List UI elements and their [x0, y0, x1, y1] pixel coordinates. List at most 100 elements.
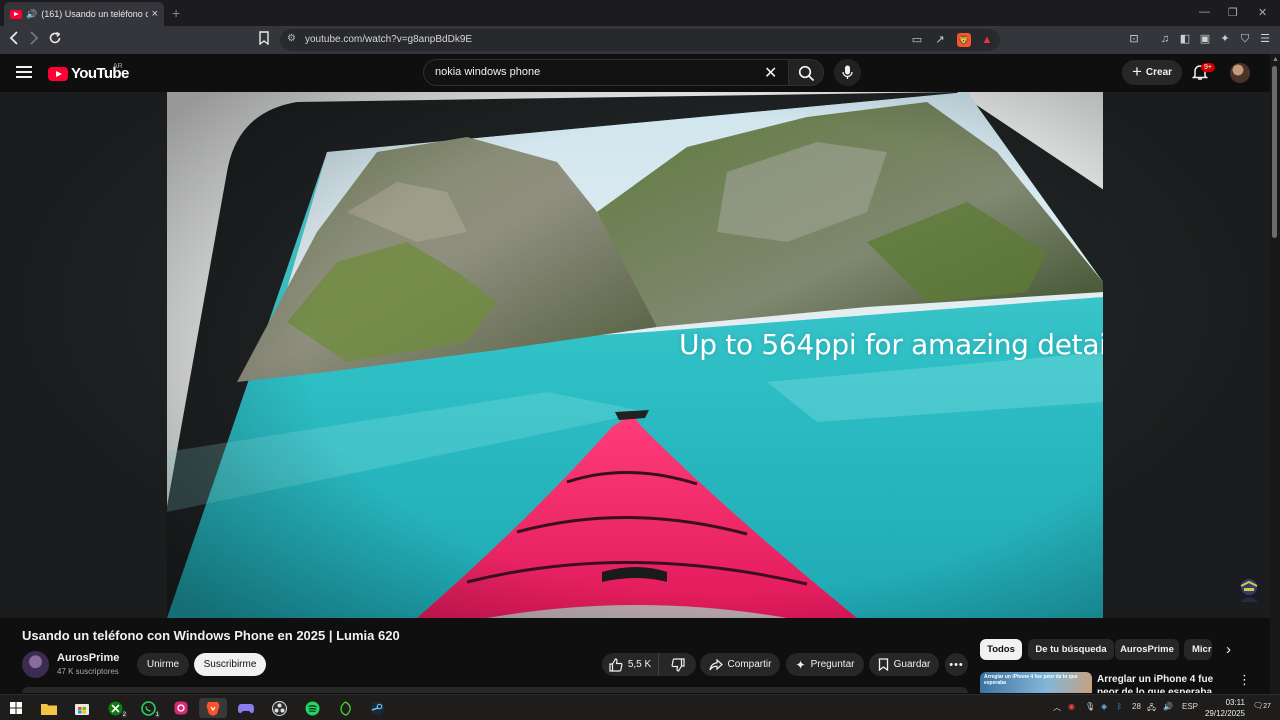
region-code: AR: [113, 63, 123, 70]
bluetooth-icon[interactable]: ᛒ: [1117, 702, 1122, 711]
clock[interactable]: 03:11 29/12/2025: [1203, 697, 1245, 719]
instagram-icon[interactable]: [170, 698, 192, 718]
back-icon[interactable]: [9, 31, 19, 48]
share-icon: [708, 658, 723, 670]
ask-button[interactable]: ✦ Preguntar: [786, 653, 864, 676]
chevron-right-icon[interactable]: ›: [1226, 641, 1231, 658]
forward-icon[interactable]: [29, 31, 39, 48]
subscriber-count: 47 K suscriptores: [57, 667, 119, 676]
browser-tab-active[interactable]: 🔊 (161) Usando un teléfono con Windows P…: [4, 2, 164, 26]
brave-browser-icon[interactable]: [199, 698, 227, 718]
notifications-count-badge: 9+: [1201, 63, 1215, 72]
scroll-up-icon[interactable]: ▲: [1272, 56, 1279, 63]
video-player[interactable]: Up to 564ppi for amazing detail: [167, 92, 1103, 618]
share-label: Compartir: [727, 659, 772, 670]
whatsapp-badge: 1: [154, 712, 160, 718]
spotify-icon[interactable]: [301, 698, 323, 718]
plus-icon: +: [1131, 61, 1142, 81]
chip-channel[interactable]: AurosPrime: [1115, 639, 1179, 660]
brave-rewards-icon[interactable]: ▲: [980, 33, 994, 47]
thumbs-up-icon: [609, 657, 623, 672]
windows-logo-icon: [10, 702, 22, 714]
search-button[interactable]: [788, 59, 824, 86]
xbox-badge: 2: [121, 712, 127, 718]
brave-shields-icon[interactable]: 🦁: [957, 33, 971, 47]
create-button[interactable]: + Crear: [1122, 60, 1182, 85]
close-window-button[interactable]: ✕: [1258, 6, 1267, 19]
start-button[interactable]: [5, 698, 27, 718]
recommended-video-title[interactable]: Arreglar un iPhone 4 fue peor de lo que …: [1097, 673, 1227, 693]
tab-close-icon[interactable]: ×: [152, 8, 158, 20]
like-count: 5,5 K: [627, 659, 652, 670]
obs-icon[interactable]: [268, 698, 290, 718]
video-overlay-caption: Up to 564ppi for amazing detail: [679, 328, 1103, 361]
share-button[interactable]: Compartir: [700, 653, 780, 676]
dislike-button[interactable]: [658, 653, 696, 676]
channel-avatar[interactable]: [22, 651, 49, 678]
browser-menu-icon[interactable]: ☰: [1258, 32, 1272, 46]
join-label: Unirme: [146, 659, 180, 670]
recommended-video-thumbnail[interactable]: Arreglar un iPhone 4 fue peor de lo que …: [980, 672, 1092, 693]
file-explorer-icon[interactable]: [38, 698, 60, 718]
windows-taskbar: 2 1 ︿ ◉ 🎙 ◈ ᛒ 28 🖧 🔊 ESP 03:11 29/12/202…: [0, 694, 1280, 720]
save-playlist-icon: [878, 658, 888, 671]
bookmark-icon[interactable]: [258, 31, 270, 48]
tray-overflow-icon[interactable]: ︿: [1053, 702, 1061, 713]
description-box[interactable]: [22, 687, 968, 693]
site-info-icon[interactable]: ⚙: [287, 33, 296, 44]
save-button[interactable]: Guardar: [869, 653, 939, 676]
xbox-icon[interactable]: 2: [104, 698, 127, 718]
page-scrollbar[interactable]: ▲: [1270, 54, 1280, 694]
notification-center-icon[interactable]: 🗨27: [1253, 701, 1271, 710]
youtube-play-logo-icon: [48, 66, 68, 81]
video-player-container: Up to 564ppi for amazing detail: [0, 92, 1270, 618]
chip-from-search[interactable]: De tu búsqueda: [1028, 639, 1114, 660]
subscribe-button[interactable]: Suscribirme: [194, 653, 266, 676]
channel-watermark-icon[interactable]: [1236, 576, 1262, 604]
language-indicator[interactable]: ESP: [1182, 702, 1198, 711]
reload-icon[interactable]: [48, 31, 62, 48]
clear-search-icon[interactable]: ✕: [764, 63, 777, 83]
new-tab-button[interactable]: +: [172, 5, 180, 21]
cast-icon[interactable]: ▭: [910, 33, 924, 47]
steam-icon[interactable]: [366, 698, 388, 718]
store-icon[interactable]: [71, 698, 93, 718]
like-button[interactable]: 5,5 K: [602, 653, 658, 676]
search-input[interactable]: nokia windows phone ✕: [423, 59, 788, 86]
sidebar-toggle-icon[interactable]: ◧: [1178, 32, 1192, 46]
account-avatar[interactable]: [1230, 63, 1250, 83]
share-page-icon[interactable]: ↗: [933, 33, 947, 47]
maximize-button[interactable]: ❐: [1228, 6, 1238, 19]
microphone-tray-icon[interactable]: 🎙: [1085, 702, 1095, 711]
minimize-button[interactable]: —: [1199, 6, 1210, 18]
channel-name[interactable]: AurosPrime: [57, 652, 119, 664]
razer-icon[interactable]: [334, 698, 356, 718]
more-actions-button[interactable]: •••: [945, 653, 968, 676]
steam-tray-icon[interactable]: ◈: [1101, 702, 1107, 711]
volume-icon[interactable]: 🔊: [1163, 702, 1173, 711]
vpn-icon[interactable]: ⛉: [1238, 32, 1252, 46]
leo-ai-icon[interactable]: ✦: [1218, 32, 1232, 46]
whatsapp-icon[interactable]: 1: [137, 698, 160, 718]
screenshot-icon[interactable]: ⊡: [1127, 32, 1141, 46]
media-icon[interactable]: ♫: [1158, 32, 1172, 46]
brave-tray-icon[interactable]: ◉: [1068, 702, 1075, 711]
search-icon: [798, 65, 815, 82]
join-button[interactable]: Unirme: [137, 653, 189, 676]
chip-all[interactable]: Todos: [980, 639, 1022, 660]
more-vertical-icon[interactable]: ⋮: [1238, 672, 1251, 688]
wallet-icon[interactable]: ▣: [1198, 32, 1212, 46]
search-query-text[interactable]: nokia windows phone: [435, 66, 540, 78]
chip-microsoft[interactable]: Microsoft: [1184, 639, 1212, 660]
voice-search-button[interactable]: [834, 59, 861, 86]
scrollbar-thumb[interactable]: [1272, 66, 1277, 238]
more-horizontal-icon: •••: [949, 658, 964, 671]
audio-playing-icon[interactable]: 🔊: [26, 9, 37, 20]
youtube-favicon-icon: [10, 9, 22, 19]
guide-menu-icon[interactable]: [16, 66, 32, 78]
youtube-header: YouTube AR nokia windows phone ✕ + Crear: [0, 54, 1280, 92]
game-controller-icon[interactable]: [235, 698, 257, 718]
network-icon[interactable]: 🖧: [1147, 702, 1156, 716]
url-text[interactable]: youtube.com/watch?v=g8anpBdDk9E: [305, 34, 472, 45]
address-bar[interactable]: ⚙ youtube.com/watch?v=g8anpBdDk9E ▭ ↗ 🦁 …: [280, 29, 1000, 51]
